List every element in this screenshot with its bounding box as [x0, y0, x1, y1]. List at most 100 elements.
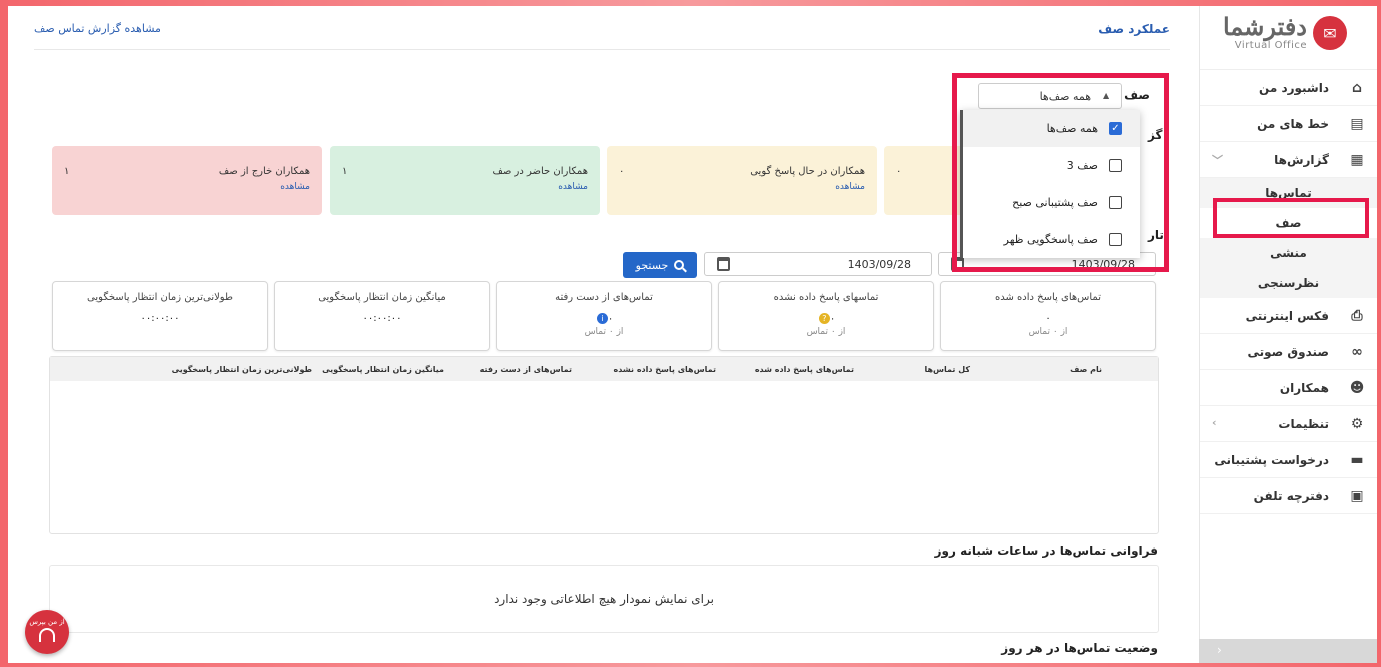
sidebar-item-colleagues[interactable]: ☻ همکاران	[1200, 370, 1377, 406]
phone-book-icon: ▤	[1350, 116, 1364, 132]
status-card-count: ۰	[619, 166, 625, 177]
sidebar-subitem-survey[interactable]: نظرسنجی	[1200, 268, 1377, 298]
chevron-down-icon: ﹀	[1212, 154, 1223, 167]
status-card-answering: همکاران در حال پاسخ گویی ۰ مشاهده	[607, 146, 877, 215]
page-header: عملکرد صف مشاهده گزارش تماس صف	[34, 6, 1170, 50]
status-card-count: ۰	[896, 166, 902, 177]
table-header: نام صف کل تماس‌ها تماس‌های پاسخ داده شده…	[50, 357, 1158, 381]
view-queue-report-link[interactable]: مشاهده گزارش تماس صف	[34, 22, 161, 35]
sidebar-nav: ⌂ داشبورد من ▤ خط های من ▦ ﹀ گزارش‌ها تم…	[1200, 70, 1377, 514]
date-to-input[interactable]: 1403/09/28	[704, 252, 932, 276]
queue-table: نام صف کل تماس‌ها تماس‌های پاسخ داده شده…	[49, 356, 1159, 534]
sidebar-item-dashboard[interactable]: ⌂ داشبورد من	[1200, 70, 1377, 106]
collapse-arrow-icon: ›	[1217, 643, 1222, 657]
sidebar-item-label: خط های من	[1257, 116, 1329, 131]
sidebar-item-my-lines[interactable]: ▤ خط های من	[1200, 106, 1377, 142]
sidebar-item-label: تنظیمات	[1278, 416, 1329, 431]
sidebar-item-settings[interactable]: ⚙ ‹ تنظیمات	[1200, 406, 1377, 442]
metric-avg-wait: میانگین زمان انتظار پاسخگویی ۰۰:۰۰:۰۰	[274, 281, 490, 351]
sidebar-collapse-bar[interactable]: ›	[1199, 639, 1377, 663]
metric-sub: از ۰ تماس	[584, 327, 624, 337]
column-header: طولانی‌ترین زمان انتظار پاسخگویی	[171, 365, 312, 374]
metric-value: ۰۰:۰۰:۰۰	[140, 313, 180, 324]
metric-missed: تماس‌های از دست رفته i۰ از ۰ تماس	[496, 281, 712, 351]
sidebar-item-phonebook[interactable]: ▣ دفترچه تلفن	[1200, 478, 1377, 514]
sidebar-item-label: فکس اینترنتی	[1245, 308, 1329, 323]
sidebar-item-fax[interactable]: ⎙ فکس اینترنتی	[1200, 298, 1377, 334]
headset-icon	[39, 628, 55, 642]
status-card-outside-queue: همکاران خارج از صف ۱ مشاهده	[52, 146, 322, 215]
page-title: عملکرد صف	[1098, 22, 1170, 36]
calendar-icon	[717, 257, 730, 271]
sidebar-item-label: درخواست پشتیبانی	[1214, 452, 1329, 467]
metric-title: تماسهای پاسخ داده نشده	[773, 292, 879, 303]
main-content: عملکرد صف مشاهده گزارش تماس صف صف ▲ همه …	[22, 6, 1182, 663]
metric-value: ۰	[607, 313, 614, 325]
status-card-label: همکاران حاضر در صف	[492, 166, 588, 177]
logo-mark-icon: ✉	[1313, 16, 1347, 50]
daily-chart-title: وضعیت تماس‌ها در هر روز	[1001, 641, 1158, 655]
app-window: ✉ دفترشما Virtual Office ⌂ داشبورد من ▤ …	[8, 6, 1377, 663]
highlight-box-queue	[1213, 198, 1369, 238]
empty-message: برای نمایش نمودار هیچ اطلاعاتی وجود ندار…	[494, 592, 714, 606]
column-header: تماس‌های پاسخ داده نشده	[613, 365, 716, 374]
metric-title: طولانی‌ترین زمان انتظار پاسخگویی	[87, 292, 233, 303]
metric-sub: از ۰ تماس	[1028, 327, 1068, 337]
status-card-view-link[interactable]: مشاهده	[280, 182, 310, 192]
metric-unanswered: تماسهای پاسخ داده نشده ? ۰ از ۰ تماس	[718, 281, 934, 351]
gear-icon: ⚙	[1350, 416, 1364, 432]
hourly-chart-empty: برای نمایش نمودار هیچ اطلاعاتی وجود ندار…	[49, 565, 1159, 633]
reports-submenu: تماس‌ها صف منشی نظرسنجی	[1200, 178, 1377, 298]
voicemail-icon: ∞	[1351, 344, 1363, 360]
home-icon: ⌂	[1351, 80, 1363, 96]
hourly-chart-title: فراوانی تماس‌ها در ساعات شبانه روز	[934, 544, 1158, 558]
metric-title: تماس‌های پاسخ داده شده	[995, 292, 1101, 303]
users-icon: ☻	[1349, 380, 1365, 396]
metric-sub: از ۰ تماس	[806, 327, 846, 337]
status-card-label: همکاران خارج از صف	[218, 166, 310, 177]
chevron-left-icon: ‹	[1212, 416, 1217, 429]
search-button[interactable]: جستجو	[623, 252, 697, 278]
fax-icon: ⎙	[1351, 308, 1363, 324]
status-card-view-link[interactable]: مشاهده	[835, 182, 865, 192]
metric-value-wrap: ? ۰	[719, 313, 933, 325]
sidebar-item-support[interactable]: ▬ درخواست پشتیبانی	[1200, 442, 1377, 478]
status-card-present-in-queue: همکاران حاضر در صف ۱ مشاهده	[330, 146, 600, 215]
status-card-label: همکاران در حال پاسخ گویی	[750, 166, 865, 177]
column-header: تماس‌های پاسخ داده شده	[754, 365, 854, 374]
metric-answered: تماس‌های پاسخ داده شده ۰ از ۰ تماس	[940, 281, 1156, 351]
status-card-count: ۱	[64, 166, 70, 177]
sidebar-item-label: گزارش‌ها	[1274, 152, 1329, 167]
sidebar-item-label: داشبورد من	[1259, 80, 1329, 95]
report-icon: ▦	[1350, 152, 1364, 168]
metric-longest-wait: طولانی‌ترین زمان انتظار پاسخگویی ۰۰:۰۰:۰…	[52, 281, 268, 351]
metric-title: تماس‌های از دست رفته	[555, 292, 653, 303]
metric-value: ۰	[829, 313, 836, 325]
column-header: تماس‌های از دست رفته	[479, 365, 572, 374]
sidebar-item-label: دفترچه تلفن	[1253, 488, 1329, 503]
sidebar: ✉ دفترشما Virtual Office ⌂ داشبورد من ▤ …	[1199, 6, 1377, 663]
metric-value: ۰	[1045, 313, 1051, 324]
ask-me-button[interactable]: از من بپرس	[25, 610, 69, 654]
status-card-count: ۱	[342, 166, 348, 177]
date-to-value: 1403/09/28	[847, 257, 911, 271]
sidebar-item-reports[interactable]: ▦ ﹀ گزارش‌ها	[1200, 142, 1377, 178]
column-header: کل تماس‌ها	[924, 365, 970, 374]
ask-me-label: از من بپرس	[29, 618, 65, 626]
column-header: نام صف	[1070, 365, 1102, 374]
logo[interactable]: ✉ دفترشما Virtual Office	[1200, 6, 1377, 70]
logo-name: دفترشما	[1223, 12, 1307, 41]
sidebar-item-label: صندوق صوتی	[1247, 344, 1329, 359]
sidebar-item-voicemail[interactable]: ∞ صندوق صوتی	[1200, 334, 1377, 370]
metric-title: میانگین زمان انتظار پاسخگویی	[318, 292, 446, 303]
sidebar-subitem-secretary[interactable]: منشی	[1200, 238, 1377, 268]
ticket-icon: ▬	[1350, 452, 1364, 468]
status-card-view-link[interactable]: مشاهده	[558, 182, 588, 192]
contacts-icon: ▣	[1350, 488, 1364, 504]
question-icon[interactable]: ?	[818, 313, 830, 324]
sidebar-item-label: همکاران	[1279, 380, 1329, 395]
search-button-label: جستجو	[635, 258, 669, 272]
metric-value-wrap: i۰	[497, 313, 711, 325]
metric-value: ۰۰:۰۰:۰۰	[362, 313, 402, 324]
info-icon[interactable]: i	[596, 313, 608, 324]
